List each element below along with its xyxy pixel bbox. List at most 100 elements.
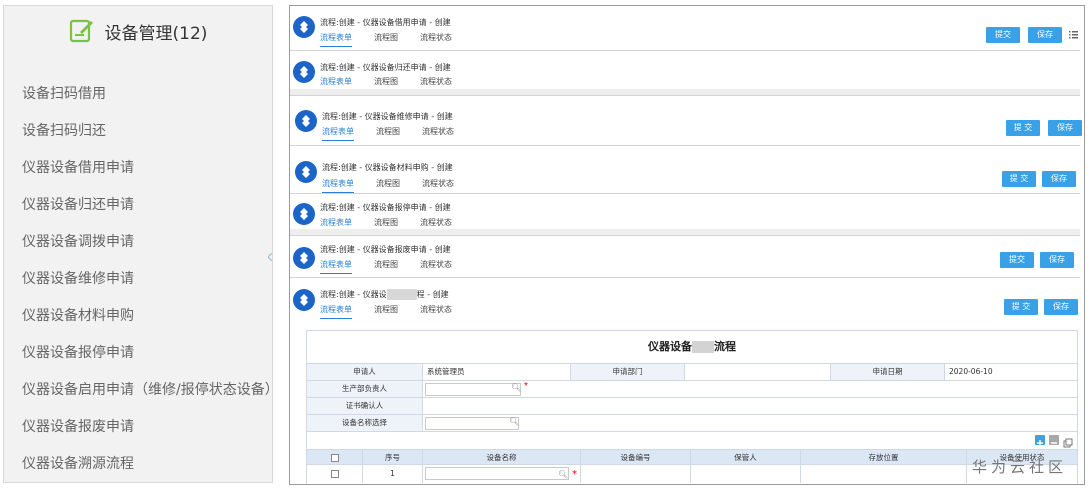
- sidebar-title: 设备管理(12): [104, 23, 208, 44]
- flow-title: 流程:创建 - 仪器设备维修申请 - 创建: [322, 112, 453, 121]
- flow-title: 流程:创建 - 仪器设备报废申请 - 创建: [320, 245, 451, 254]
- tab-flow-chart[interactable]: 流程图: [376, 178, 400, 193]
- form-title-prefix: 仪器设备: [648, 340, 692, 353]
- flow-panel: 流程:创建 - 仪器设备借用申请 - 创建 流程表单 流程图 流程状态 提交 保…: [289, 5, 1085, 485]
- tab-flow-chart[interactable]: 流程图: [374, 32, 398, 47]
- flow-card: 流程:创建 - 仪器设备借用申请 - 创建 流程表单 流程图 流程状态 提交 保…: [290, 6, 1080, 51]
- row-checkbox[interactable]: [330, 470, 339, 478]
- tab-flow-form[interactable]: 流程表单: [320, 32, 352, 47]
- tab-flow-chart[interactable]: 流程图: [374, 304, 398, 319]
- column-header: 保管人: [691, 450, 801, 465]
- device-name-cell: 🔍︎ *: [423, 465, 581, 483]
- add-row-icon[interactable]: [1035, 435, 1045, 446]
- submit-button[interactable]: 提交: [986, 27, 1020, 43]
- applicant-label: 申请人: [307, 364, 423, 380]
- tab-flow-form[interactable]: 流程表单: [322, 178, 354, 193]
- sidebar-item-material-purchase[interactable]: 仪器设备材料申购: [4, 298, 272, 335]
- prod-manager-input[interactable]: [425, 383, 521, 396]
- tab-flow-form[interactable]: 流程表单: [320, 259, 352, 274]
- flow-card: 流程:创建 - 仪器设备报停申请 - 创建 流程表单 流程图 流程状态: [290, 195, 1080, 236]
- flow-title: 流程:创建 - 仪器设备报停申请 - 创建: [320, 203, 451, 212]
- flow-logo-icon: [295, 110, 317, 132]
- search-icon[interactable]: 🔍︎: [509, 417, 519, 426]
- form-row: 申请人 系统管理员 申请部门 申请日期 2020-06-10: [307, 363, 1077, 380]
- remove-row-icon[interactable]: [1049, 435, 1059, 445]
- form-title-suffix: 流程: [714, 340, 736, 353]
- tab-flow-status[interactable]: 流程状态: [420, 32, 452, 47]
- select-all-cell: [307, 450, 363, 465]
- sidebar-item-scan-borrow[interactable]: 设备扫码借用: [4, 76, 272, 113]
- required-mark: *: [524, 381, 528, 392]
- tab-flow-form[interactable]: 流程表单: [320, 304, 352, 319]
- column-header: 序号: [363, 450, 423, 465]
- search-icon[interactable]: 🔍︎: [511, 383, 521, 392]
- sidebar-item-borrow-request[interactable]: 仪器设备借用申请: [4, 150, 272, 187]
- tab-flow-chart[interactable]: 流程图: [374, 259, 398, 274]
- flow-logo-icon: [293, 61, 315, 83]
- date-label: 申请日期: [831, 364, 945, 380]
- tab-flow-chart[interactable]: 流程图: [376, 126, 400, 141]
- tab-flow-status[interactable]: 流程状态: [420, 304, 452, 319]
- save-button[interactable]: 保存: [1040, 252, 1074, 268]
- watermark: 华为云社区: [972, 458, 1068, 476]
- column-header: 设备编号: [581, 450, 691, 465]
- sidebar-item-transfer-request[interactable]: 仪器设备调拨申请: [4, 224, 272, 261]
- form-row: 设备名称选择 🔍︎: [307, 414, 1077, 431]
- tab-flow-status[interactable]: 流程状态: [422, 178, 454, 193]
- sidebar-item-scrap-request[interactable]: 仪器设备报废申请: [4, 409, 272, 446]
- flow-tabs: 流程表单 流程图 流程状态: [322, 126, 476, 141]
- divider: [307, 431, 1077, 432]
- flow-title: 流程:创建 - 仪器设备归还申请 - 创建: [320, 63, 451, 72]
- column-header: 存放位置: [801, 450, 967, 465]
- flow-logo-icon: [293, 289, 315, 311]
- sidebar-item-repair-request[interactable]: 仪器设备维修申请: [4, 261, 272, 298]
- dept-label: 申请部门: [571, 364, 685, 380]
- device-select-input[interactable]: [425, 417, 519, 430]
- copy-row-icon[interactable]: [1063, 435, 1073, 448]
- save-button[interactable]: 保存: [1042, 171, 1076, 187]
- submit-button[interactable]: 提 交: [1004, 299, 1038, 315]
- form-row: 证书确认人: [307, 397, 1077, 414]
- sidebar-item-suspend-request[interactable]: 仪器设备报停申请: [4, 335, 272, 372]
- flow-tabs: 流程表单 流程图 流程状态: [320, 304, 474, 319]
- required-mark: *: [572, 469, 577, 480]
- divider: [290, 89, 1080, 95]
- edit-note-icon: [69, 18, 95, 44]
- column-header: 设备名称: [423, 450, 581, 465]
- flow-title-prefix: 流程:创建 - 仪器设: [320, 290, 387, 299]
- flow-title: 流程:创建 - 仪器设备借用申请 - 创建: [320, 18, 451, 27]
- sidebar-item-traceability[interactable]: 仪器设备溯源流程: [4, 446, 272, 483]
- flow-card: 流程:创建 - 仪器设备材料申购 - 创建 流程表单 流程图 流程状态 提 交 …: [290, 154, 1080, 194]
- sidebar-item-enable-request[interactable]: 仪器设备启用申请（维修/报停状态设备）: [4, 372, 279, 409]
- submit-button[interactable]: 提 交: [1006, 120, 1040, 136]
- save-button[interactable]: 保存: [1028, 27, 1062, 43]
- flow-tabs: 流程表单 流程图 流程状态: [320, 32, 474, 47]
- device-select-label: 设备名称选择: [307, 415, 423, 431]
- tab-flow-form[interactable]: 流程表单: [322, 126, 354, 141]
- divider: [290, 229, 1080, 235]
- tab-flow-status[interactable]: 流程状态: [420, 259, 452, 274]
- sidebar-item-scan-return[interactable]: 设备扫码归还: [4, 113, 272, 150]
- save-button[interactable]: 保存: [1048, 120, 1082, 136]
- list-icon[interactable]: [1069, 31, 1078, 39]
- device-code-cell: [581, 465, 691, 483]
- select-all-checkbox[interactable]: [330, 454, 339, 462]
- prod-manager-label: 生产部负责人: [307, 381, 423, 397]
- tab-flow-status[interactable]: 流程状态: [422, 126, 454, 141]
- seq-cell: 1: [363, 465, 423, 483]
- collapse-handle-icon[interactable]: [268, 253, 273, 261]
- form-title: 仪器设备 流程: [307, 331, 1077, 363]
- flow-form: 仪器设备 流程 申请人 系统管理员 申请部门 申请日期 2020-06-10 生产…: [306, 330, 1078, 484]
- save-button[interactable]: 保存: [1044, 299, 1078, 315]
- sidebar-menu: 设备扫码借用 设备扫码归还 仪器设备借用申请 仪器设备归还申请 仪器设备调拨申请…: [4, 76, 279, 483]
- sidebar-header: 设备管理(12): [4, 6, 272, 56]
- device-name-input[interactable]: [425, 467, 569, 480]
- redacted-block: [386, 289, 417, 300]
- flow-logo-icon: [295, 161, 317, 183]
- submit-button[interactable]: 提交: [1000, 252, 1034, 268]
- submit-button[interactable]: 提 交: [1002, 171, 1036, 187]
- table-row: 1 🔍︎ *: [307, 465, 1077, 483]
- search-icon[interactable]: 🔍︎: [558, 466, 568, 484]
- table-header: 序号 设备名称 设备编号 保管人 存放位置 设备使用状态: [307, 449, 1077, 465]
- sidebar-item-return-request[interactable]: 仪器设备归还申请: [4, 187, 272, 224]
